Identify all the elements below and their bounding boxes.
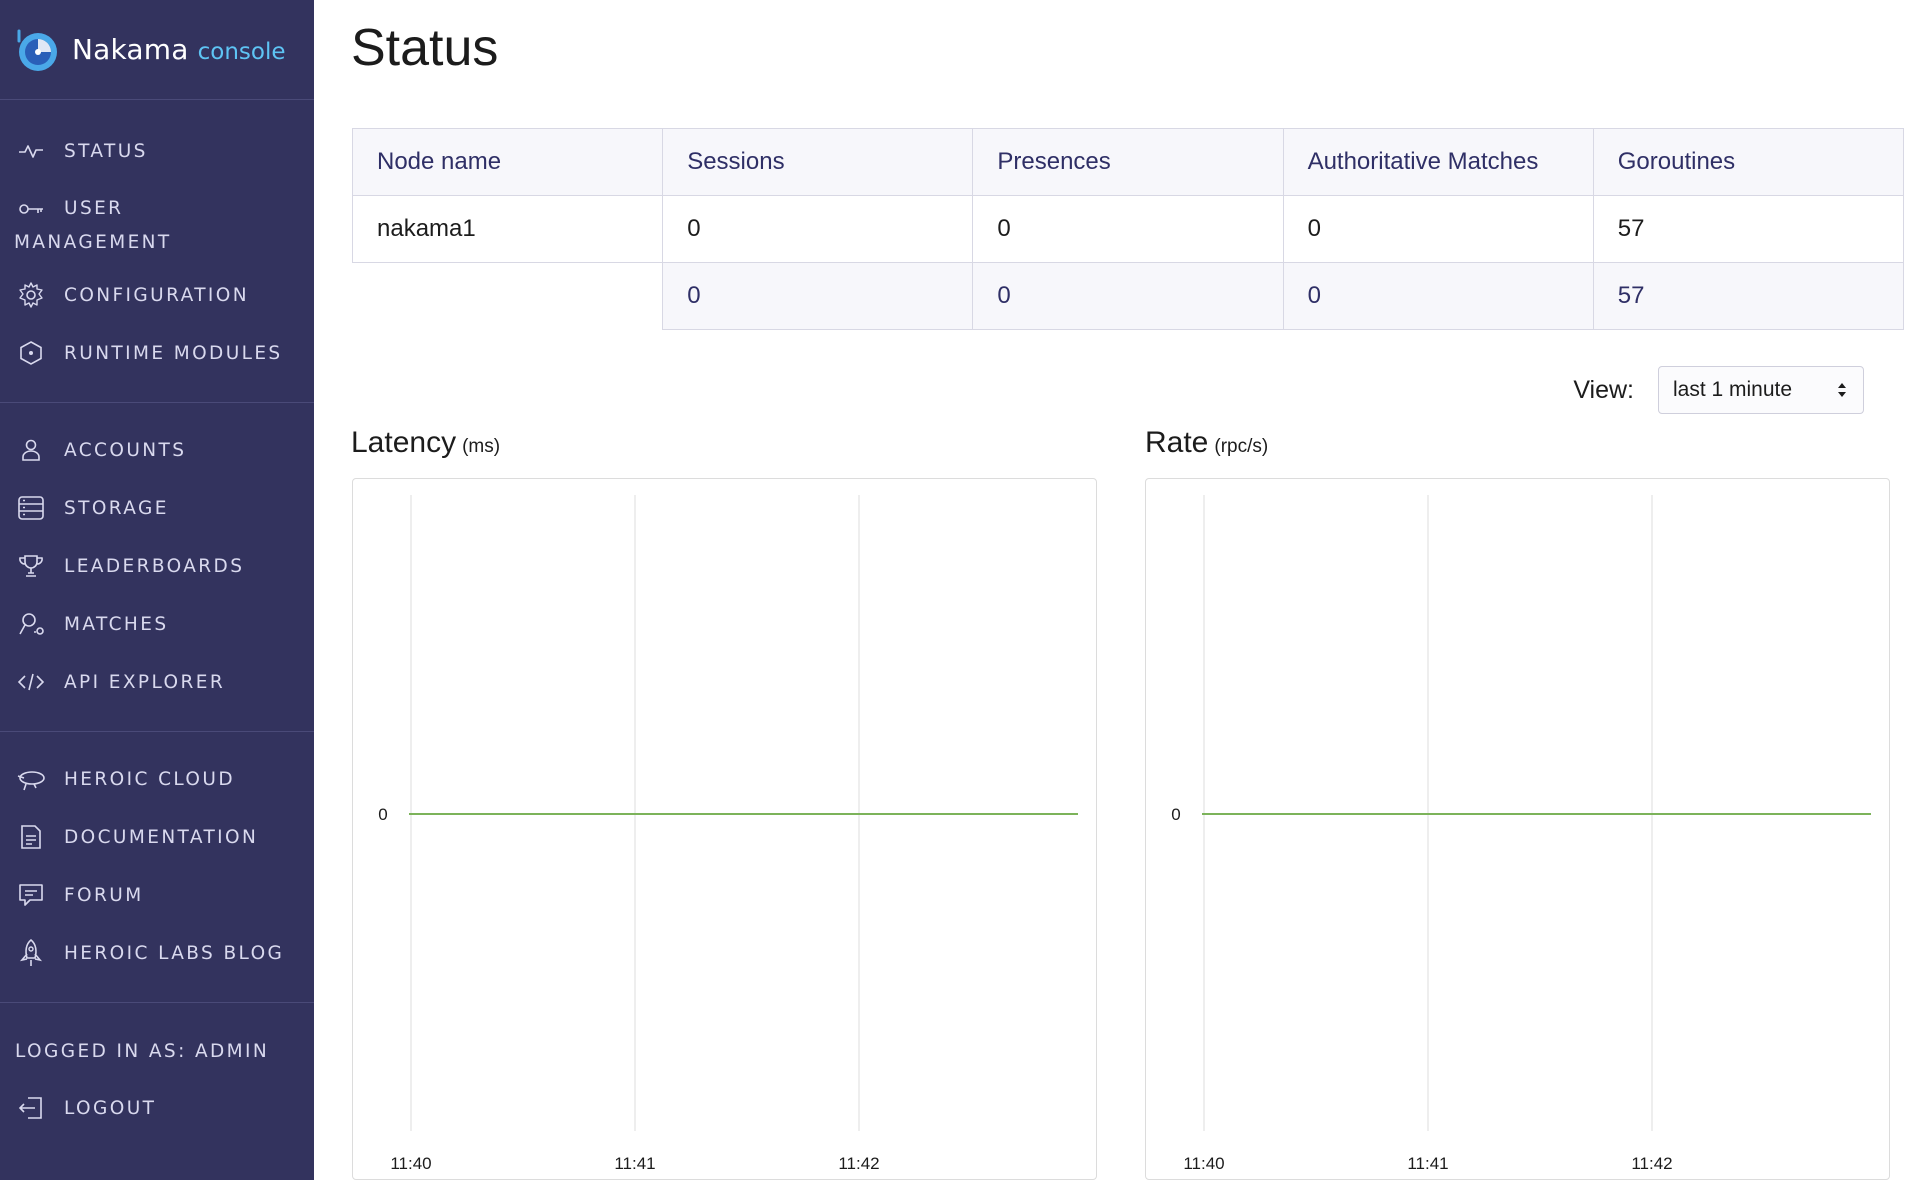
trophy-icon	[16, 551, 46, 581]
sidebar-item-label: API Explorer	[64, 671, 226, 693]
sidebar-item-label: Accounts	[64, 439, 187, 461]
latency-unit: (ms)	[462, 436, 501, 457]
x-tick-label: 11:41	[614, 1154, 655, 1173]
total-goroutines-cell: 57	[1592, 262, 1905, 330]
logged-in-label: Logged in as: admin	[15, 1040, 270, 1062]
sidebar-item-documentation[interactable]: Documentation	[0, 808, 314, 866]
code-icon	[16, 667, 46, 697]
sidebar-item-label-line2: Management	[14, 231, 172, 253]
sidebar-item-label: Status	[64, 140, 148, 162]
latency-chart-svg: 11:40 11:41 11:42 0	[378, 495, 1078, 1173]
sidebar-item-configuration[interactable]: Configuration	[0, 266, 314, 324]
nav-group-links: Heroic Cloud Documentation Forum Heroic …	[0, 732, 314, 1003]
view-selected-value: last 1 minute	[1673, 378, 1793, 401]
table-row: nakama1 0 0 0 57	[351, 195, 1905, 263]
sidebar-item-runtime-modules[interactable]: Runtime Modules	[0, 324, 314, 382]
y-tick-label: 0	[1171, 805, 1180, 824]
table-header-row: Node name Sessions Presences Authoritati…	[351, 128, 1905, 196]
nakama-logo-icon	[17, 29, 57, 71]
sidebar-item-user-management[interactable]: User Management	[0, 180, 314, 266]
view-label: View:	[1573, 375, 1634, 404]
x-tick-label: 11:42	[838, 1154, 879, 1173]
activity-icon	[16, 136, 46, 166]
column-header: Presences	[972, 128, 1284, 196]
sidebar-item-label: Configuration	[64, 284, 249, 306]
rate-unit: (rpc/s)	[1214, 436, 1269, 457]
sidebar-item-label: User	[64, 198, 124, 219]
document-icon	[16, 822, 46, 852]
user-icon	[16, 435, 46, 465]
sidebar-item-status[interactable]: Status	[0, 122, 314, 180]
y-tick-label: 0	[378, 805, 387, 824]
sidebar-item-storage[interactable]: Storage	[0, 479, 314, 537]
latency-title: Latency	[351, 426, 457, 459]
rate-chart-svg: 11:40 11:41 11:42 0	[1171, 495, 1871, 1173]
sidebar-item-label: Matches	[64, 613, 169, 635]
sidebar-item-api-explorer[interactable]: API Explorer	[0, 653, 314, 711]
cloud-icon	[16, 764, 46, 794]
storage-icon	[16, 493, 46, 523]
sessions-cell: 0	[662, 195, 974, 263]
column-header: Goroutines	[1592, 128, 1905, 196]
sidebar-item-label: Logout	[64, 1097, 157, 1119]
nav-group-account: Logged in as: admin Logout	[0, 1003, 314, 1137]
matches-cell: 0	[1282, 195, 1594, 263]
page-title: Status	[351, 19, 499, 77]
latency-chart-title: Latency (ms)	[351, 426, 500, 460]
brand-suffix: console	[197, 38, 286, 65]
nav-group-main: Status User Management Configuration Run…	[0, 100, 314, 403]
main-content: Status Node name Sessions Presences Auth…	[314, 0, 1910, 1180]
hexagon-icon	[16, 338, 46, 368]
x-tick-label: 11:41	[1407, 1154, 1448, 1173]
rate-chart-title: Rate (rpc/s)	[1145, 426, 1268, 460]
sidebar-item-label: Heroic Cloud	[64, 768, 235, 790]
sidebar-item-label: Runtime Modules	[64, 342, 283, 364]
total-matches-cell: 0	[1282, 262, 1594, 330]
sidebar-item-label: Leaderboards	[64, 555, 245, 577]
totals-row: 0 0 0 57	[352, 262, 1905, 330]
rate-title: Rate	[1145, 426, 1209, 459]
select-arrows-icon	[1838, 383, 1846, 397]
sidebar-item-forum[interactable]: Forum	[0, 866, 314, 924]
x-tick-label: 11:40	[1183, 1154, 1224, 1173]
sidebar-item-label: Documentation	[64, 826, 259, 848]
brand[interactable]: Nakama console	[0, 0, 314, 100]
node-name-cell: nakama1	[351, 195, 664, 263]
brand-name: Nakama	[72, 33, 189, 66]
rate-chart: 11:40 11:41 11:42 0	[1145, 478, 1890, 1180]
x-tick-label: 11:40	[390, 1154, 431, 1173]
totals-spacer	[352, 262, 664, 330]
sidebar-item-label: Forum	[64, 884, 144, 906]
gear-icon	[16, 280, 46, 310]
goroutines-cell: 57	[1592, 195, 1905, 263]
sidebar-item-label: Heroic Labs Blog	[64, 942, 285, 964]
nav-group-data: Accounts Storage Leaderboards Matches AP…	[0, 403, 314, 732]
sidebar-item-leaderboards[interactable]: Leaderboards	[0, 537, 314, 595]
rocket-icon	[16, 938, 46, 968]
view-range-select[interactable]: last 1 minute	[1658, 366, 1864, 414]
nodes-table: Node name Sessions Presences Authoritati…	[351, 128, 1905, 330]
latency-chart: 11:40 11:41 11:42 0	[352, 478, 1097, 1180]
sidebar-item-accounts[interactable]: Accounts	[0, 421, 314, 479]
sidebar-item-logout[interactable]: Logout	[0, 1079, 314, 1137]
chat-icon	[16, 880, 46, 910]
logout-icon	[16, 1093, 46, 1123]
presences-cell: 0	[972, 195, 1284, 263]
column-header: Node name	[351, 128, 664, 196]
column-header: Authoritative Matches	[1282, 128, 1594, 196]
matches-icon	[16, 609, 46, 639]
sidebar-item-matches[interactable]: Matches	[0, 595, 314, 653]
sidebar-item-heroic-labs-blog[interactable]: Heroic Labs Blog	[0, 924, 314, 982]
column-header: Sessions	[662, 128, 974, 196]
total-sessions-cell: 0	[662, 262, 974, 330]
x-tick-label: 11:42	[1631, 1154, 1672, 1173]
sidebar-item-heroic-cloud[interactable]: Heroic Cloud	[0, 750, 314, 808]
sidebar-item-label: Storage	[64, 497, 169, 519]
total-presences-cell: 0	[972, 262, 1284, 330]
view-control: View: last 1 minute	[1573, 366, 1864, 414]
key-icon	[16, 194, 46, 224]
sidebar: Nakama console Status User Management Co…	[0, 0, 314, 1180]
